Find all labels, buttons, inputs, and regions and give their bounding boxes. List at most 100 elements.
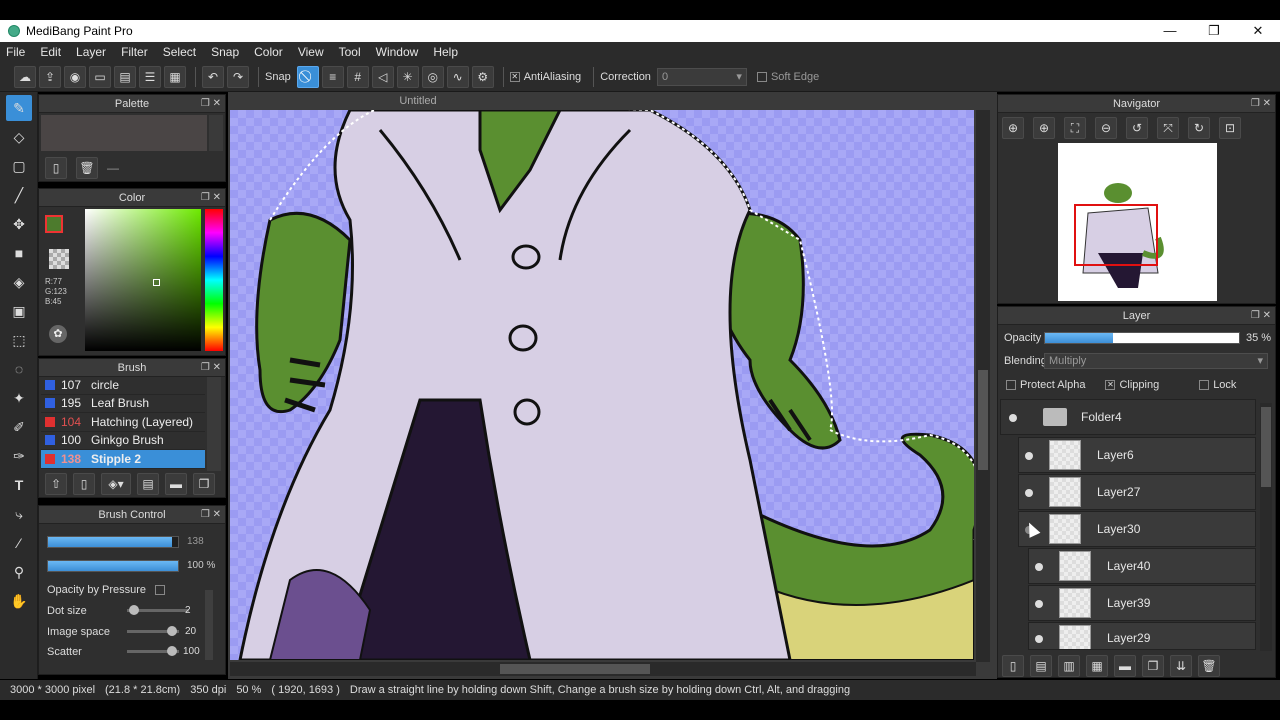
menu-color[interactable]: Color bbox=[254, 45, 283, 59]
brush-item-selected[interactable]: 138 Stipple 2 bbox=[41, 450, 205, 469]
magic-wand-icon[interactable]: ✦ bbox=[6, 385, 32, 411]
fill-shape-icon[interactable]: ■ bbox=[6, 240, 32, 266]
dot-size-slider[interactable] bbox=[127, 605, 189, 615]
snap-off-icon[interactable]: ⃠ bbox=[296, 65, 319, 88]
delete-layer-icon[interactable]: 🗑 bbox=[1198, 655, 1220, 677]
panel-controls-icon[interactable]: ❐ ✕ bbox=[1251, 95, 1271, 113]
visibility-eye-icon[interactable] bbox=[1035, 635, 1043, 643]
scatter-slider[interactable] bbox=[127, 646, 179, 656]
visibility-eye-icon[interactable] bbox=[1009, 414, 1017, 422]
layer-row-folder4[interactable]: Folder4 bbox=[1000, 399, 1256, 435]
brush-copy-icon[interactable]: ❐ bbox=[193, 473, 215, 495]
palette-swatches[interactable] bbox=[41, 115, 207, 151]
navigator-preview[interactable] bbox=[1058, 143, 1217, 301]
dot-size-handle[interactable] bbox=[129, 605, 139, 615]
brush-item[interactable]: 107 circle bbox=[41, 376, 205, 395]
canvas-horizontal-scrollbar[interactable] bbox=[230, 662, 976, 676]
layer-row-layer29[interactable]: Layer29 bbox=[1028, 622, 1256, 650]
foreground-color-swatch[interactable] bbox=[45, 215, 63, 233]
protect-alpha-checkbox[interactable] bbox=[1006, 380, 1016, 390]
grid-icon[interactable]: ▦ bbox=[164, 65, 186, 88]
panel-controls-icon[interactable]: ❐ ✕ bbox=[1251, 307, 1271, 325]
brush-folder-icon[interactable]: ▬ bbox=[165, 473, 187, 495]
transparent-color-swatch[interactable] bbox=[49, 249, 69, 269]
restore-button[interactable]: ❐ bbox=[1192, 23, 1236, 39]
merge-down-icon[interactable]: ⇊ bbox=[1170, 655, 1192, 677]
layer-row-layer27[interactable]: Layer27 bbox=[1018, 474, 1256, 510]
layer-row-layer39[interactable]: Layer39 bbox=[1028, 585, 1256, 621]
visibility-eye-icon[interactable] bbox=[1025, 489, 1033, 497]
brush-size-slider[interactable] bbox=[47, 536, 179, 548]
panel-controls-icon[interactable]: ❐ ✕ bbox=[201, 506, 221, 524]
horizontal-scroll-thumb[interactable] bbox=[500, 664, 650, 674]
lock-checkbox[interactable] bbox=[1199, 380, 1210, 390]
document-tab[interactable]: Untitled bbox=[228, 92, 608, 110]
text-tool-icon[interactable]: T bbox=[6, 472, 32, 498]
brush-new-icon[interactable]: ▯ bbox=[73, 473, 95, 495]
correction-select[interactable]: 0 ▾ bbox=[656, 67, 747, 86]
color-saturation-box[interactable] bbox=[85, 209, 201, 351]
snap-curve-icon[interactable]: ∿ bbox=[446, 65, 469, 88]
drawing-canvas[interactable] bbox=[230, 110, 974, 660]
chat-icon[interactable]: ▭ bbox=[89, 65, 111, 88]
new-1bit-layer-icon[interactable]: ▦ bbox=[1086, 655, 1108, 677]
color-wheel-icon[interactable]: ✿ bbox=[49, 325, 67, 343]
menu-edit[interactable]: Edit bbox=[40, 45, 61, 59]
zoom-out-icon[interactable]: ⊖ bbox=[1095, 117, 1117, 139]
eyedropper-icon[interactable]: ⚲ bbox=[6, 559, 32, 585]
new-palette-icon[interactable]: ▯ bbox=[45, 157, 67, 179]
new-halftone-layer-icon[interactable]: ▤ bbox=[1030, 655, 1052, 677]
vertical-scroll-thumb[interactable] bbox=[978, 370, 988, 470]
comment-icon[interactable]: ◉ bbox=[64, 65, 86, 88]
zoom-in-icon[interactable]: ⊕ bbox=[1002, 117, 1024, 139]
delete-palette-icon[interactable]: 🗑 bbox=[76, 157, 98, 179]
select-pen-icon[interactable]: ✐ bbox=[6, 414, 32, 440]
close-button[interactable]: ✕ bbox=[1236, 23, 1280, 39]
soft-edge-checkbox[interactable] bbox=[756, 71, 767, 82]
antialiasing-checkbox[interactable]: ✕ bbox=[509, 71, 520, 82]
snap-perspective-icon[interactable]: ◁ bbox=[371, 65, 394, 88]
brush-upload-icon[interactable]: ⇧ bbox=[45, 473, 67, 495]
minimize-button[interactable]: — bbox=[1148, 23, 1192, 39]
brush-control-scrollbar[interactable] bbox=[205, 590, 213, 660]
select-eraser-icon[interactable]: ✑ bbox=[6, 443, 32, 469]
layer-row-layer40[interactable]: Layer40 bbox=[1028, 548, 1256, 584]
brush-add-menu-icon[interactable]: ◈▾ bbox=[101, 473, 131, 495]
layer-row-layer6[interactable]: Layer6 bbox=[1018, 437, 1256, 473]
snap-radial-icon[interactable]: ✳ bbox=[396, 65, 419, 88]
redo-icon[interactable]: ↷ bbox=[227, 65, 249, 88]
panel-controls-icon[interactable]: ❐ ✕ bbox=[201, 359, 221, 377]
layer-list-scrollbar[interactable] bbox=[1260, 403, 1272, 651]
blending-select[interactable]: Multiply ▾ bbox=[1044, 353, 1268, 369]
gradient-tool-icon[interactable]: ▣ bbox=[6, 298, 32, 324]
snap-parallel-icon[interactable]: ≡ bbox=[321, 65, 344, 88]
snap-grid-icon[interactable]: # bbox=[346, 65, 369, 88]
scatter-handle[interactable] bbox=[167, 646, 177, 656]
move-tool-icon[interactable]: ✥ bbox=[6, 211, 32, 237]
menu-help[interactable]: Help bbox=[433, 45, 458, 59]
visibility-eye-icon[interactable] bbox=[1035, 563, 1043, 571]
menu-filter[interactable]: Filter bbox=[121, 45, 148, 59]
hand-tool-icon[interactable]: ✋ bbox=[6, 588, 32, 614]
divide-tool-icon[interactable]: ⁄ bbox=[6, 530, 32, 556]
select-tool-icon[interactable]: ⬚ bbox=[6, 327, 32, 353]
menu-file[interactable]: File bbox=[6, 45, 25, 59]
layer-scroll-thumb[interactable] bbox=[1261, 407, 1271, 487]
brush-list-scrollbar[interactable] bbox=[207, 377, 221, 471]
panel-controls-icon[interactable]: ❐ ✕ bbox=[201, 189, 221, 207]
flip-icon[interactable]: ⤧ bbox=[1157, 117, 1179, 139]
image-space-handle[interactable] bbox=[167, 626, 177, 636]
hue-slider[interactable] bbox=[205, 209, 223, 351]
visibility-eye-icon[interactable] bbox=[1035, 600, 1043, 608]
eraser-tool-icon[interactable]: ◇ bbox=[6, 124, 32, 150]
lasso-tool-icon[interactable]: ◌ bbox=[6, 356, 32, 382]
dot-tool-icon[interactable]: ▢ bbox=[6, 153, 32, 179]
page-icon[interactable]: ▤ bbox=[114, 65, 136, 88]
rotate-right-icon[interactable]: ↻ bbox=[1188, 117, 1210, 139]
menu-window[interactable]: Window bbox=[376, 45, 419, 59]
palette-scrollbar[interactable] bbox=[209, 115, 223, 151]
visibility-eye-icon[interactable] bbox=[1025, 452, 1033, 460]
layer-opacity-slider[interactable] bbox=[1044, 332, 1240, 344]
line-tool-icon[interactable]: ╱ bbox=[6, 182, 32, 208]
menu-snap[interactable]: Snap bbox=[211, 45, 239, 59]
